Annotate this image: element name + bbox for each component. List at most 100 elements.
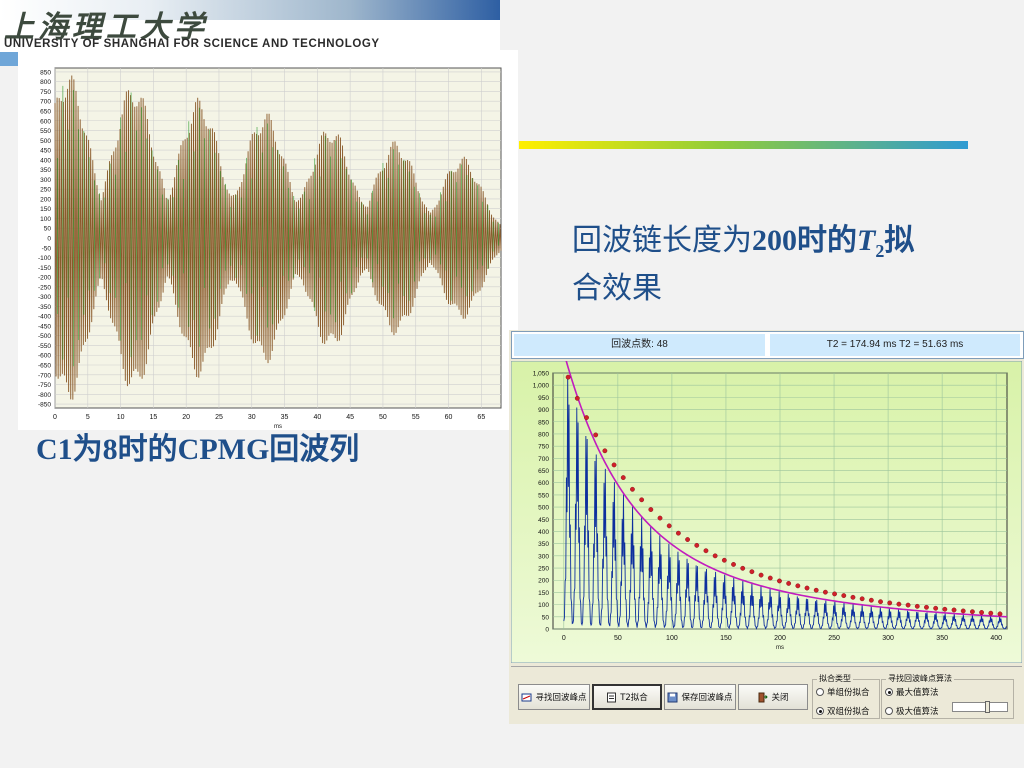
y-tick-label: 650 — [40, 108, 51, 115]
y-tick-label: -450 — [38, 323, 51, 330]
y-tick-label: 650 — [538, 468, 549, 475]
x-tick-label: 50 — [379, 414, 387, 421]
peak-point — [703, 548, 709, 554]
y-tick-label: 700 — [40, 99, 51, 106]
peak-point — [988, 610, 994, 616]
x-tick-label: 55 — [412, 414, 420, 421]
peak-point — [997, 611, 1003, 617]
y-tick-label: 1,000 — [533, 383, 550, 390]
echo-count-label: 回波点数: 48 — [514, 334, 765, 356]
double-component-radio[interactable] — [816, 707, 824, 715]
peak-point — [933, 605, 939, 611]
y-tick-label: 900 — [538, 407, 549, 414]
y-tick-label: 200 — [538, 578, 549, 585]
y-tick-label: 50 — [542, 614, 550, 621]
y-tick-label: -250 — [38, 284, 51, 291]
peak-point — [859, 596, 865, 602]
peak-point — [602, 448, 608, 454]
t2-fit-window: 回波点数: 48 T2 = 174.94 ms T2 = 51.63 ms 1,… — [509, 330, 1024, 724]
y-tick-label: 150 — [40, 206, 51, 213]
peak-point — [593, 432, 599, 438]
y-tick-label: 700 — [538, 456, 549, 463]
x-tick-label: 25 — [215, 414, 223, 421]
t2-caption-mid: 时的 — [797, 224, 857, 257]
y-tick-label: 600 — [538, 480, 549, 487]
peak-point — [951, 607, 957, 613]
peak-point — [896, 601, 902, 607]
peak-point — [574, 395, 580, 401]
x-tick-label: 45 — [346, 414, 354, 421]
peak-point — [841, 593, 847, 598]
y-tick-label: 500 — [538, 505, 549, 512]
extreme-value-option[interactable]: 极大值算法 — [885, 705, 939, 717]
peak-point — [758, 572, 764, 578]
t2-values-label: T2 = 174.94 ms T2 = 51.63 ms — [770, 334, 1020, 356]
single-component-option[interactable]: 单组份拟合 — [816, 686, 870, 698]
t2-fit-icon — [607, 692, 617, 702]
x-tick-label: 10 — [117, 414, 125, 421]
y-tick-label: 100 — [40, 216, 51, 223]
find-peaks-button[interactable]: 寻找回波峰点 — [518, 684, 590, 710]
threshold-slider[interactable] — [952, 701, 1008, 713]
peak-point — [822, 589, 828, 595]
x-tick-label: 40 — [313, 414, 321, 421]
y-tick-label: -500 — [38, 333, 51, 340]
y-tick-label: 500 — [40, 138, 51, 145]
x-tick-label: 250 — [828, 635, 840, 642]
peak-point — [685, 537, 690, 542]
find-peaks-label: 寻找回波峰点 — [535, 693, 587, 703]
cpmg-caption: C1为8时的CPMG回波列 — [36, 433, 360, 466]
y-tick-label: 350 — [538, 541, 549, 548]
y-tick-label: -200 — [38, 275, 51, 282]
peak-point — [924, 604, 929, 610]
t2-caption-symbol: T — [857, 224, 876, 257]
extreme-value-radio[interactable] — [885, 707, 893, 715]
extreme-value-label: 极大值算法 — [896, 707, 939, 717]
t2-caption-subscript: 2 — [875, 241, 885, 261]
peak-point — [694, 542, 700, 548]
threshold-slider-thumb[interactable] — [984, 701, 990, 713]
x-tick-label: 300 — [882, 635, 894, 642]
x-tick-label: 30 — [248, 414, 256, 421]
t2-caption-prefix: 回波链长度为 — [572, 224, 752, 257]
t2-fit-label: T2拟合 — [620, 693, 648, 703]
fit-type-group-title: 拟合类型 — [817, 673, 853, 684]
x-tick-label: 15 — [149, 414, 157, 421]
peak-point — [878, 599, 883, 605]
gradient-accent-bar — [519, 141, 968, 149]
peak-point — [584, 415, 589, 421]
t2-caption-suffix: 拟 — [884, 224, 915, 257]
y-tick-label: -600 — [38, 353, 51, 360]
fit-info-bar: 回波点数: 48 T2 = 174.94 ms T2 = 51.63 ms — [511, 331, 1024, 359]
y-tick-label: 450 — [538, 517, 549, 524]
university-name-english: UNIVERSITY OF SHANGHAI FOR SCIENCE AND T… — [4, 38, 380, 50]
double-component-option[interactable]: 双组份拟合 — [816, 705, 870, 717]
peak-point — [942, 606, 948, 612]
y-tick-label: 750 — [40, 89, 51, 96]
peak-point — [767, 575, 773, 581]
save-peaks-icon — [667, 692, 678, 702]
y-tick-label: 50 — [44, 226, 52, 233]
save-peaks-button[interactable]: 保存回波峰点 — [664, 684, 736, 710]
peak-point — [795, 583, 801, 589]
x-tick-label: 200 — [774, 635, 786, 642]
y-tick-label: 850 — [40, 69, 51, 76]
cpmg-echo-train-chart: 8508007507006506005505004504003503002502… — [18, 50, 518, 430]
t2-fit-button[interactable]: T2拟合 — [592, 684, 662, 710]
x-tick-label: 150 — [720, 635, 732, 642]
y-tick-label: -400 — [38, 314, 51, 321]
y-tick-label: 250 — [40, 187, 51, 194]
close-button[interactable]: 关闭 — [738, 684, 808, 710]
y-tick-label: 850 — [538, 419, 549, 426]
y-tick-label: 450 — [40, 148, 51, 155]
y-tick-label: -550 — [38, 343, 51, 350]
y-tick-label: -50 — [42, 245, 52, 252]
x-tick-label: 0 — [562, 635, 566, 642]
peak-point — [970, 609, 975, 615]
single-component-radio[interactable] — [816, 688, 824, 696]
y-tick-label: 600 — [40, 118, 51, 125]
max-value-option[interactable]: 最大值算法 — [885, 686, 939, 698]
y-tick-label: 400 — [40, 157, 51, 164]
peak-point — [639, 497, 645, 503]
max-value-radio[interactable] — [885, 688, 893, 696]
